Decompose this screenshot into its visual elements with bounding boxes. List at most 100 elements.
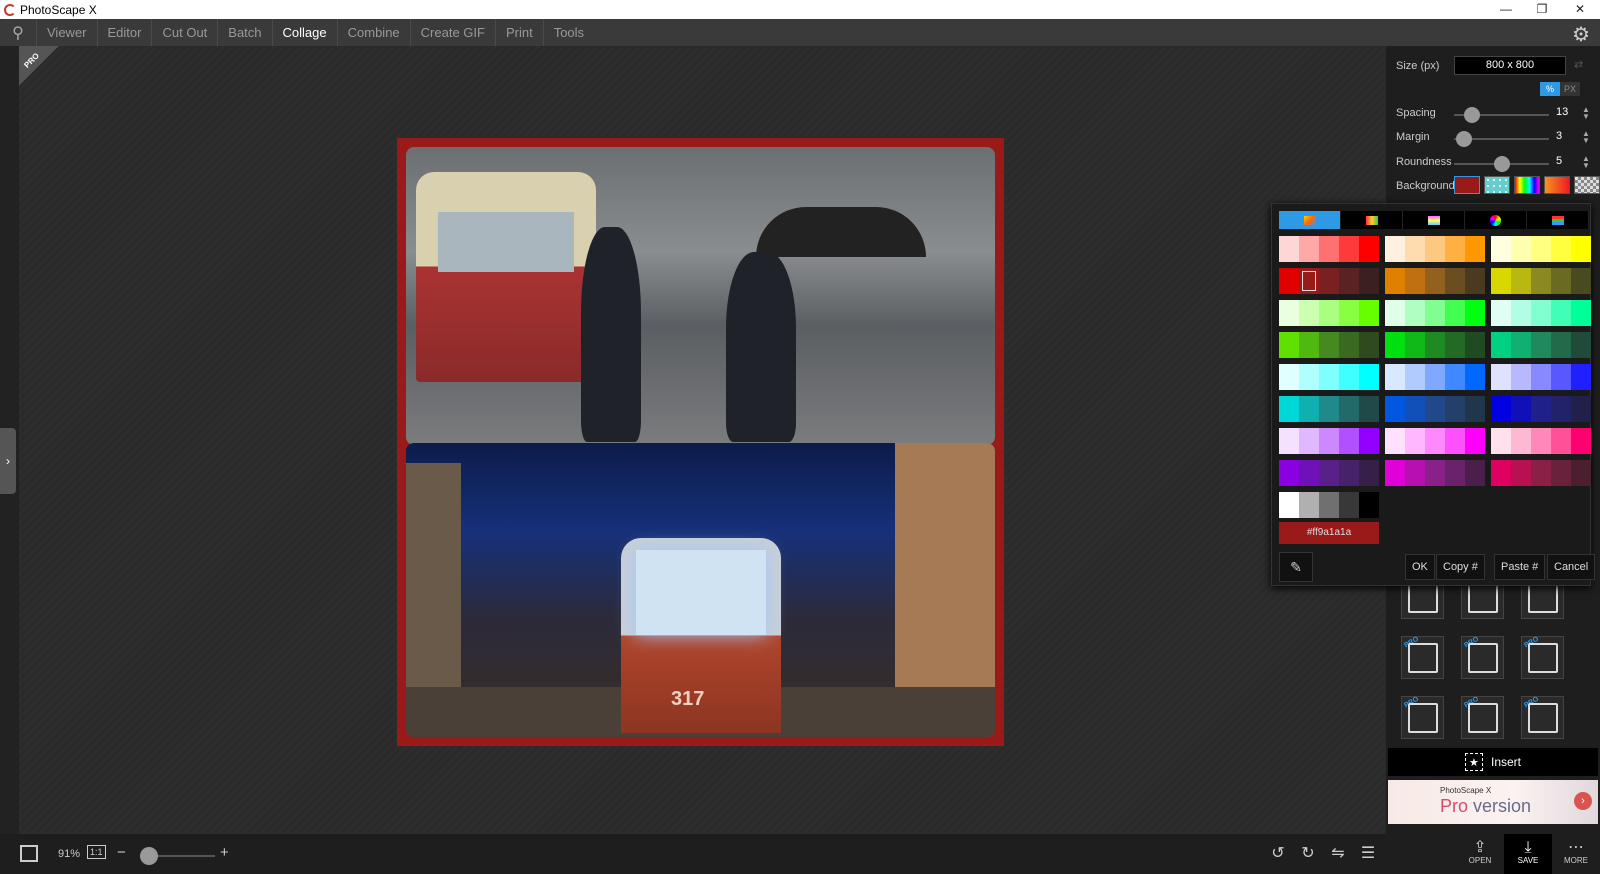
- color-swatch[interactable]: [1425, 460, 1445, 486]
- toggle-panel-icon[interactable]: [20, 845, 38, 862]
- color-swatch[interactable]: [1425, 332, 1445, 358]
- background-color-swatch[interactable]: [1454, 176, 1480, 194]
- margin-spinner-icon[interactable]: ▲ ▼: [1582, 130, 1590, 145]
- color-swatch[interactable]: [1465, 396, 1485, 422]
- color-swatch[interactable]: [1511, 428, 1531, 454]
- color-swatch[interactable]: [1299, 236, 1319, 262]
- banner-arrow-icon[interactable]: ›: [1574, 792, 1592, 810]
- color-swatch[interactable]: [1491, 460, 1511, 486]
- color-swatch[interactable]: [1531, 460, 1551, 486]
- background-orange-gradient-swatch[interactable]: [1544, 176, 1570, 194]
- tab-gradient[interactable]: [1403, 211, 1465, 229]
- color-swatch[interactable]: [1445, 364, 1465, 390]
- margin-slider[interactable]: [1454, 131, 1549, 147]
- margin-slider-knob[interactable]: [1456, 131, 1472, 147]
- color-swatch[interactable]: [1385, 428, 1405, 454]
- open-button[interactable]: ⇪ OPEN: [1456, 834, 1504, 874]
- color-swatch[interactable]: [1511, 268, 1531, 294]
- background-transparent-swatch[interactable]: [1574, 176, 1600, 194]
- roundness-spinner-icon[interactable]: ▲ ▼: [1582, 155, 1590, 170]
- zoom-out-button[interactable]: −: [117, 844, 126, 861]
- layout-thumb-pro[interactable]: PRO: [1521, 696, 1564, 739]
- layout-thumb-pro[interactable]: PRO: [1401, 696, 1444, 739]
- color-swatch[interactable]: [1319, 332, 1339, 358]
- color-swatch[interactable]: [1339, 268, 1359, 294]
- color-swatch[interactable]: [1465, 300, 1485, 326]
- color-swatch[interactable]: [1339, 492, 1359, 518]
- pro-corner-ribbon[interactable]: PRO: [19, 46, 59, 86]
- minimize-button[interactable]: —: [1488, 0, 1524, 19]
- color-swatch[interactable]: [1359, 332, 1379, 358]
- ok-button[interactable]: OK: [1405, 554, 1435, 580]
- paste-hex-button[interactable]: Paste #: [1494, 554, 1546, 580]
- color-swatch[interactable]: [1279, 300, 1299, 326]
- color-swatch[interactable]: [1465, 268, 1485, 294]
- color-swatch[interactable]: [1445, 300, 1465, 326]
- color-swatch[interactable]: [1339, 364, 1359, 390]
- color-swatch[interactable]: [1551, 332, 1571, 358]
- color-swatch[interactable]: [1339, 460, 1359, 486]
- color-swatch[interactable]: [1299, 268, 1319, 294]
- expand-sidebar-chevron-icon[interactable]: ›: [0, 428, 16, 494]
- color-swatch[interactable]: [1511, 460, 1531, 486]
- color-swatch[interactable]: [1299, 332, 1319, 358]
- color-swatch[interactable]: [1465, 332, 1485, 358]
- layout-thumb-pro[interactable]: PRO: [1461, 636, 1504, 679]
- zoom-in-button[interactable]: +: [220, 844, 229, 861]
- color-swatch[interactable]: [1465, 428, 1485, 454]
- color-swatch[interactable]: [1319, 364, 1339, 390]
- swap-size-icon[interactable]: ⇄: [1574, 58, 1583, 71]
- color-swatch[interactable]: [1491, 396, 1511, 422]
- color-swatch[interactable]: [1385, 332, 1405, 358]
- color-swatch[interactable]: [1279, 460, 1299, 486]
- color-swatch[interactable]: [1359, 364, 1379, 390]
- color-swatch[interactable]: [1491, 300, 1511, 326]
- roundness-slider-knob[interactable]: [1494, 156, 1510, 172]
- color-swatch[interactable]: [1445, 396, 1465, 422]
- zoom-1-to-1-button[interactable]: 1:1: [87, 845, 106, 859]
- layout-thumb-pro[interactable]: PRO: [1461, 696, 1504, 739]
- unit-px-button[interactable]: PX: [1560, 82, 1580, 96]
- color-swatch[interactable]: [1551, 364, 1571, 390]
- roundness-slider[interactable]: [1454, 156, 1549, 172]
- color-swatch[interactable]: [1571, 236, 1591, 262]
- color-swatch[interactable]: [1279, 396, 1299, 422]
- color-swatch[interactable]: [1571, 428, 1591, 454]
- color-swatch[interactable]: [1571, 268, 1591, 294]
- color-swatch[interactable]: [1491, 268, 1511, 294]
- color-swatch[interactable]: [1551, 396, 1571, 422]
- color-swatch[interactable]: [1359, 396, 1379, 422]
- color-swatch[interactable]: [1405, 300, 1425, 326]
- rotate-right-icon[interactable]: ↻: [1298, 844, 1318, 864]
- color-swatch[interactable]: [1299, 300, 1319, 326]
- color-swatch[interactable]: [1511, 364, 1531, 390]
- color-swatch[interactable]: [1465, 236, 1485, 262]
- color-swatch[interactable]: [1319, 396, 1339, 422]
- flip-vertical-icon[interactable]: ☰: [1358, 844, 1378, 864]
- unit-percent-button[interactable]: %: [1540, 82, 1560, 96]
- color-swatch[interactable]: [1279, 268, 1299, 294]
- pro-version-banner[interactable]: PhotoScape X Pro version ›: [1388, 780, 1598, 824]
- tab-sliders[interactable]: [1527, 211, 1589, 229]
- color-swatch[interactable]: [1531, 396, 1551, 422]
- menu-batch[interactable]: Batch: [217, 19, 271, 46]
- spacing-value[interactable]: 13: [1556, 106, 1568, 118]
- color-swatch[interactable]: [1571, 332, 1591, 358]
- menu-combine[interactable]: Combine: [336, 19, 410, 46]
- menu-cut-out[interactable]: Cut Out: [151, 19, 217, 46]
- color-swatch[interactable]: [1531, 428, 1551, 454]
- size-input[interactable]: 800 x 800: [1454, 56, 1566, 75]
- color-swatch[interactable]: [1339, 428, 1359, 454]
- color-swatch[interactable]: [1571, 460, 1591, 486]
- unit-toggle[interactable]: % PX: [1540, 82, 1580, 96]
- color-swatch[interactable]: [1279, 364, 1299, 390]
- close-button[interactable]: ✕: [1562, 0, 1598, 19]
- color-swatch[interactable]: [1359, 236, 1379, 262]
- color-swatch[interactable]: [1385, 300, 1405, 326]
- color-swatch[interactable]: [1299, 364, 1319, 390]
- background-gradient-swatch[interactable]: [1514, 176, 1540, 194]
- color-swatch[interactable]: [1359, 460, 1379, 486]
- color-swatch[interactable]: [1571, 396, 1591, 422]
- color-swatch[interactable]: [1465, 364, 1485, 390]
- zoom-slider-knob[interactable]: [140, 847, 158, 865]
